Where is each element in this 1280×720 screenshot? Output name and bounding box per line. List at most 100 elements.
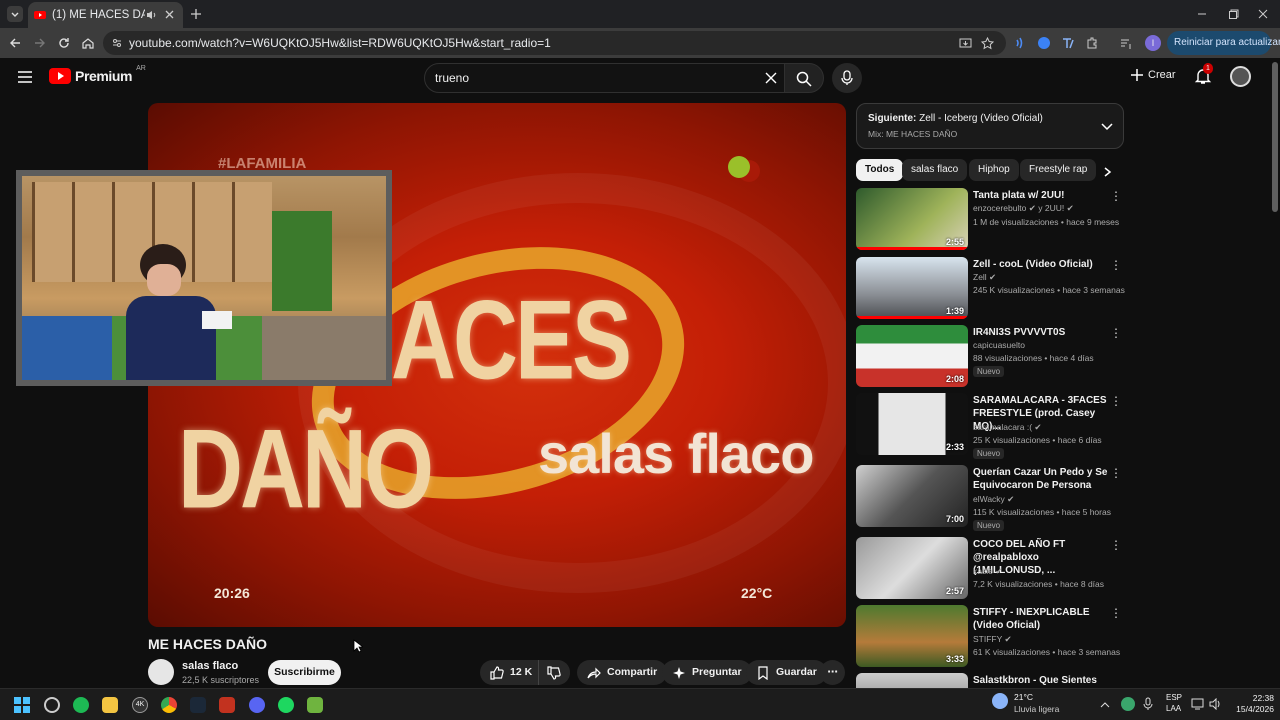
- more-vert-icon[interactable]: ⋮: [1110, 606, 1122, 620]
- more-vert-icon[interactable]: ⋮: [1110, 189, 1122, 203]
- dislike-button[interactable]: [538, 660, 570, 685]
- media-app-icon[interactable]: [278, 697, 294, 713]
- tab-youtube[interactable]: (1) ME HACES DAÑO - YouTube: [28, 2, 183, 28]
- video-title[interactable]: IR4NI3S PVVVVT0S: [973, 326, 1108, 339]
- video-title[interactable]: STIFFY - INEXPLICABLE (Video Oficial): [973, 606, 1108, 632]
- extension-translate-icon[interactable]: [1061, 36, 1075, 50]
- home-icon[interactable]: [81, 36, 95, 50]
- channel-name[interactable]: enzocerebulto ✔ y 2UU! ✔: [973, 203, 1074, 214]
- channel-avatar[interactable]: [148, 659, 174, 685]
- recommendation-item[interactable]: 2:33 SARAMALACARA - 3FACES FREESTYLE (pr…: [856, 393, 1124, 459]
- search-button[interactable]: [784, 63, 824, 93]
- chip-salas-flaco[interactable]: salas flaco: [902, 159, 968, 181]
- forward-arrow-icon[interactable]: [33, 36, 47, 50]
- chip-freestyle-rap[interactable]: Freestyle rap: [1020, 159, 1097, 181]
- clear-search-icon[interactable]: [765, 72, 777, 84]
- channel-name[interactable]: salas flaco: [182, 660, 238, 672]
- recommendation-item[interactable]: 7:00 Querían Cazar Un Pedo y Se Equivoca…: [856, 465, 1124, 531]
- ask-button[interactable]: Preguntar: [662, 660, 752, 685]
- recommendation-item[interactable]: 2:08 IR4NI3S PVVVVT0S capicuasuelto 88 v…: [856, 325, 1124, 389]
- extension-audio-icon[interactable]: [1014, 36, 1028, 50]
- voice-search-button[interactable]: [832, 63, 862, 93]
- speaker-icon[interactable]: [145, 9, 157, 21]
- more-vert-icon[interactable]: ⋮: [1110, 466, 1122, 480]
- more-vert-icon[interactable]: ⋮: [1110, 258, 1122, 272]
- hamburger-menu-icon[interactable]: [17, 70, 33, 84]
- tab-search-button[interactable]: [7, 6, 23, 22]
- chevron-down-icon[interactable]: [1100, 120, 1114, 134]
- address-bar[interactable]: youtube.com/watch?v=W6UQKtOJ5Hw&list=RDW…: [103, 31, 1006, 55]
- spotify-icon[interactable]: [73, 697, 89, 713]
- volume-icon[interactable]: [1209, 698, 1222, 710]
- recommendation-item[interactable]: 1:39 Zell - cooL (Video Oficial) Zell ✔ …: [856, 257, 1125, 321]
- video-title[interactable]: Zell - cooL (Video Oficial): [973, 258, 1108, 271]
- search-input[interactable]: trueno: [424, 63, 786, 93]
- channel-name[interactable]: Zell ✔: [973, 272, 996, 283]
- channel-name[interactable]: saramalacara :( ✔: [973, 422, 1042, 433]
- windows-start-icon[interactable]: [14, 697, 30, 713]
- save-button[interactable]: Guardar: [746, 660, 827, 685]
- video-thumbnail[interactable]: [856, 673, 968, 688]
- chip-todos[interactable]: Todos: [856, 159, 904, 181]
- close-icon[interactable]: [163, 9, 177, 21]
- page-scrollbar[interactable]: [1272, 62, 1278, 212]
- site-info-icon[interactable]: [111, 37, 123, 49]
- chrome-icon[interactable]: [161, 697, 177, 713]
- extension-shield-icon[interactable]: [1037, 36, 1051, 50]
- video-thumbnail[interactable]: 2:57: [856, 537, 968, 599]
- more-actions-button[interactable]: ⋯: [820, 660, 845, 685]
- reload-icon[interactable]: [57, 36, 71, 50]
- video-thumbnail[interactable]: 3:33: [856, 605, 968, 667]
- more-vert-icon[interactable]: ⋮: [1110, 326, 1122, 340]
- up-next-panel[interactable]: Siguiente: Zell - Iceberg (Video Oficial…: [856, 103, 1124, 149]
- video-title[interactable]: Tanta plata w/ 2UU!: [973, 189, 1108, 202]
- video-thumbnail[interactable]: 2:08: [856, 325, 968, 387]
- youtube-premium-logo[interactable]: Premium AR: [49, 65, 146, 84]
- minecraft-icon[interactable]: [307, 697, 323, 713]
- video-thumbnail[interactable]: 2:33: [856, 393, 968, 455]
- restart-update-button[interactable]: Reiniciar para actualizar ⋮: [1167, 31, 1280, 55]
- clock-time[interactable]: 22:38: [1230, 693, 1274, 703]
- channel-name[interactable]: STIFFY ✔: [973, 634, 1012, 645]
- channel-name[interactable]: capicuasuelto: [973, 340, 1025, 350]
- install-app-icon[interactable]: [959, 37, 972, 50]
- channel-name[interactable]: elWacky ✔: [973, 494, 1014, 505]
- network-icon[interactable]: [1191, 698, 1204, 710]
- chevron-right-icon[interactable]: [1101, 166, 1113, 178]
- account-avatar[interactable]: [1230, 66, 1251, 87]
- app-icon[interactable]: [219, 697, 235, 713]
- recommendation-item[interactable]: 2:55 Tanta plata w/ 2UU! enzocerebulto ✔…: [856, 188, 1124, 252]
- more-vert-icon[interactable]: ⋮: [1110, 394, 1122, 408]
- subscribe-button[interactable]: Suscribirme: [268, 660, 341, 685]
- weather-icon[interactable]: [992, 693, 1008, 709]
- minimize-icon[interactable]: [1196, 8, 1208, 20]
- notifications-button[interactable]: 1: [1194, 63, 1213, 85]
- recommendation-item[interactable]: 3:33 STIFFY - INEXPLICABLE (Video Oficia…: [856, 605, 1124, 669]
- reading-list-icon[interactable]: [1119, 36, 1133, 50]
- window-close-icon[interactable]: [1257, 8, 1269, 20]
- steam-icon[interactable]: [190, 697, 206, 713]
- channel-name[interactable]: kasie ✔: [973, 566, 1002, 577]
- 4k-app-icon[interactable]: 4K: [132, 697, 148, 713]
- video-title[interactable]: Querían Cazar Un Pedo y Se Equivocaron D…: [973, 466, 1108, 492]
- file-explorer-icon[interactable]: [102, 697, 118, 713]
- back-arrow-icon[interactable]: [8, 36, 22, 50]
- video-thumbnail[interactable]: 1:39: [856, 257, 968, 319]
- recommendation-item[interactable]: Salastkbron - Que Sientes: [856, 673, 1124, 688]
- security-shield-icon[interactable]: [1121, 697, 1135, 711]
- microphone-icon[interactable]: [1143, 697, 1153, 711]
- create-button[interactable]: Crear: [1130, 68, 1176, 82]
- extensions-puzzle-icon[interactable]: [1085, 36, 1099, 50]
- obs-icon[interactable]: [44, 697, 60, 713]
- maximize-icon[interactable]: [1228, 8, 1240, 20]
- video-title[interactable]: Salastkbron - Que Sientes: [973, 674, 1108, 687]
- bookmark-star-icon[interactable]: [981, 37, 994, 50]
- clock-date[interactable]: 15/4/2026: [1226, 704, 1274, 714]
- chevron-up-icon[interactable]: [1100, 700, 1110, 710]
- new-tab-icon[interactable]: [189, 7, 203, 21]
- discord-icon[interactable]: [249, 697, 265, 713]
- share-button[interactable]: Compartir: [577, 660, 668, 685]
- chip-hiphop[interactable]: Hiphop: [969, 159, 1019, 181]
- profile-avatar[interactable]: I: [1145, 35, 1161, 51]
- video-thumbnail[interactable]: 7:00: [856, 465, 968, 527]
